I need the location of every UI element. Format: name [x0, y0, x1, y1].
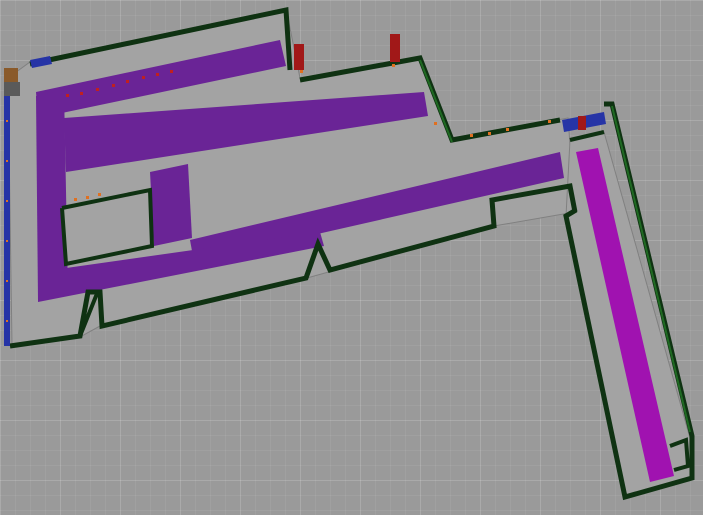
warehouse-scene	[4, 6, 695, 501]
rack-red-2	[390, 34, 400, 62]
lane-connector	[150, 164, 192, 246]
simulation-viewport[interactable]	[0, 0, 703, 515]
rack-red-1	[294, 44, 304, 70]
dock-box	[4, 68, 18, 82]
conveyor-left	[4, 84, 10, 346]
rack-red-3	[578, 116, 586, 130]
dock-box-dark	[4, 82, 20, 96]
